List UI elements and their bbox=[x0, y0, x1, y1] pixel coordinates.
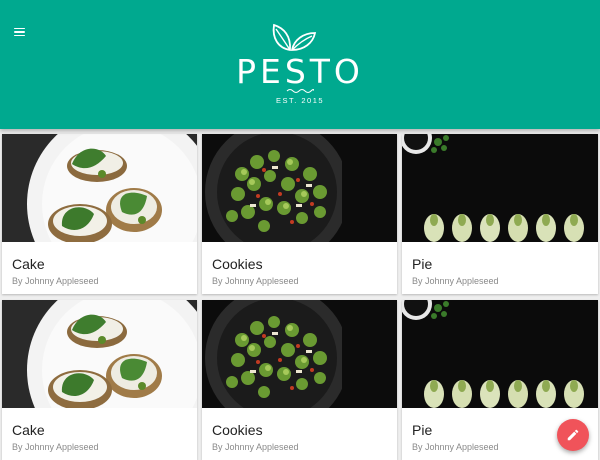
recipe-card[interactable]: Cake By Johnny Appleseed bbox=[2, 134, 197, 294]
logo-wordmark: PESTO bbox=[236, 52, 364, 91]
recipe-title: Cookies bbox=[212, 256, 263, 272]
recipe-image-bruschetta bbox=[2, 300, 197, 408]
recipe-title: Cookies bbox=[212, 422, 263, 438]
wave-divider-icon bbox=[286, 89, 314, 93]
recipe-author: By Johnny Appleseed bbox=[212, 276, 299, 286]
recipe-author: By Johnny Appleseed bbox=[412, 276, 499, 286]
app-bar: PESTO EST. 2015 bbox=[0, 0, 600, 129]
recipe-image-bruschetta bbox=[2, 134, 197, 242]
recipe-card[interactable]: Cookies By Johnny Appleseed bbox=[202, 134, 397, 294]
recipe-title: Pie bbox=[412, 256, 433, 272]
recipe-card[interactable]: Cake By Johnny Appleseed bbox=[2, 300, 197, 460]
recipe-image-endive bbox=[402, 134, 598, 242]
recipe-image-brussels-sprouts bbox=[202, 134, 397, 242]
recipe-image-endive bbox=[402, 300, 598, 408]
logo-established: EST. 2015 bbox=[275, 96, 325, 105]
recipe-title: Cake bbox=[12, 256, 45, 272]
recipe-image-brussels-sprouts bbox=[202, 300, 397, 408]
recipe-author: By Johnny Appleseed bbox=[212, 442, 299, 452]
recipe-card[interactable]: Pie By Johnny Appleseed bbox=[402, 134, 598, 294]
recipe-author: By Johnny Appleseed bbox=[12, 276, 99, 286]
leaf-icon bbox=[272, 23, 317, 52]
edit-fab-button[interactable] bbox=[557, 419, 589, 451]
pesto-logo: PESTO EST. 2015 bbox=[0, 0, 600, 129]
recipe-card[interactable]: Cookies By Johnny Appleseed bbox=[202, 300, 397, 460]
recipe-grid: Cake By Johnny Appleseed Cookies By John… bbox=[2, 134, 598, 460]
pencil-edit-icon bbox=[567, 429, 579, 441]
recipe-title: Cake bbox=[12, 422, 45, 438]
recipe-author: By Johnny Appleseed bbox=[12, 442, 99, 452]
